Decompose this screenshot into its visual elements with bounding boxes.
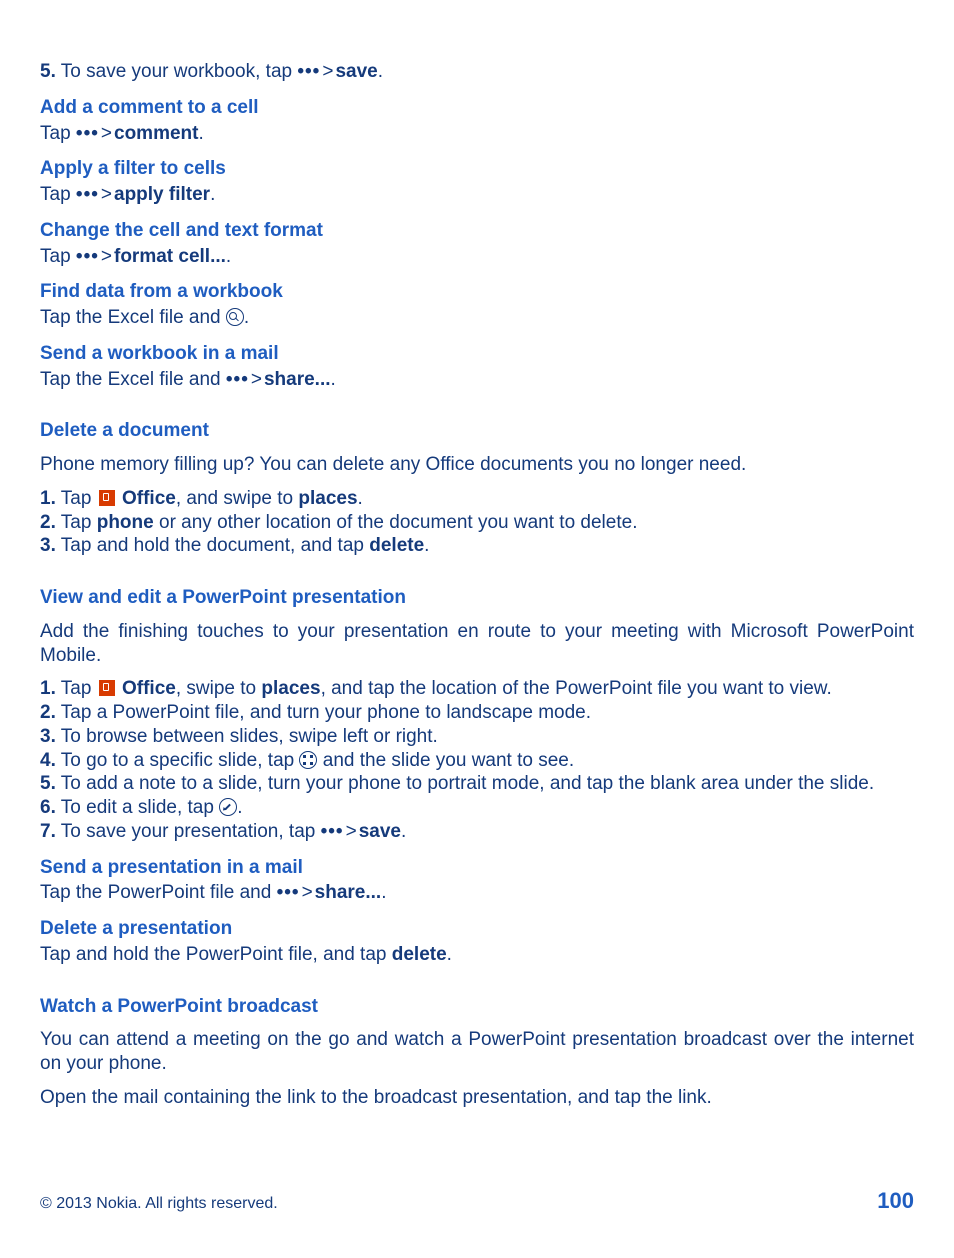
more-dots-icon — [277, 881, 300, 905]
heading-apply-filter: Apply a filter to cells — [40, 157, 914, 181]
view-ppt-intro: Add the finishing touches to your presen… — [40, 620, 914, 668]
list-item: 7. To save your presentation, tap > save… — [40, 820, 914, 844]
list-item: 1. Tap Office, and swipe to places. — [40, 487, 914, 511]
step-5-save-workbook: 5. To save your workbook, tap > save. — [40, 60, 914, 84]
instr-send-workbook: Tap the Excel file and > share.... — [40, 368, 914, 392]
page-content: 5. To save your workbook, tap > save. Ad… — [40, 60, 914, 1110]
list-item: 2. Tap phone or any other location of th… — [40, 511, 914, 535]
step-number: 5. — [40, 61, 56, 82]
instr-delete-ppt: Tap and hold the PowerPoint file, and ta… — [40, 943, 914, 967]
delete-doc-steps: 1. Tap Office, and swipe to places. 2. T… — [40, 487, 914, 558]
heading-send-workbook: Send a workbook in a mail — [40, 342, 914, 366]
instr-send-ppt: Tap the PowerPoint file and > share.... — [40, 881, 914, 905]
heading-send-ppt: Send a presentation in a mail — [40, 856, 914, 880]
view-ppt-steps: 1. Tap Office, swipe to places, and tap … — [40, 677, 914, 843]
instr-add-comment: Tap > comment. — [40, 122, 914, 146]
heading-add-comment: Add a comment to a cell — [40, 96, 914, 120]
instr-format-cell: Tap > format cell.... — [40, 245, 914, 269]
heading-find-data: Find data from a workbook — [40, 280, 914, 304]
instr-apply-filter: Tap > apply filter. — [40, 183, 914, 207]
broadcast-p1: You can attend a meeting on the go and w… — [40, 1028, 914, 1076]
more-dots-icon — [226, 368, 249, 392]
list-item: 6. To edit a slide, tap . — [40, 796, 914, 820]
heading-delete-document: Delete a document — [40, 419, 914, 443]
instr-find-data: Tap the Excel file and . — [40, 306, 914, 330]
more-dots-icon — [76, 245, 99, 269]
edit-icon — [219, 798, 237, 816]
list-item: 1. Tap Office, swipe to places, and tap … — [40, 677, 914, 701]
heading-format-cell: Change the cell and text format — [40, 219, 914, 243]
page-number: 100 — [877, 1187, 914, 1215]
office-icon — [99, 680, 115, 696]
search-icon — [226, 308, 244, 326]
office-icon — [99, 490, 115, 506]
list-item: 3. To browse between slides, swipe left … — [40, 725, 914, 749]
more-dots-icon — [76, 183, 99, 207]
delete-doc-intro: Phone memory filling up? You can delete … — [40, 453, 914, 477]
more-dots-icon — [297, 60, 320, 84]
heading-broadcast: Watch a PowerPoint broadcast — [40, 995, 914, 1019]
more-dots-icon — [321, 820, 344, 844]
list-item: 5. To add a note to a slide, turn your p… — [40, 772, 914, 796]
list-item: 2. Tap a PowerPoint file, and turn your … — [40, 701, 914, 725]
heading-view-ppt: View and edit a PowerPoint presentation — [40, 586, 914, 610]
slides-grid-icon — [299, 751, 317, 769]
list-item: 4. To go to a specific slide, tap and th… — [40, 749, 914, 773]
more-dots-icon — [76, 122, 99, 146]
page-footer: © 2013 Nokia. All rights reserved. 100 — [40, 1187, 914, 1215]
list-item: 3. Tap and hold the document, and tap de… — [40, 534, 914, 558]
heading-delete-ppt: Delete a presentation — [40, 917, 914, 941]
broadcast-p2: Open the mail containing the link to the… — [40, 1086, 914, 1110]
copyright-text: © 2013 Nokia. All rights reserved. — [40, 1194, 278, 1214]
